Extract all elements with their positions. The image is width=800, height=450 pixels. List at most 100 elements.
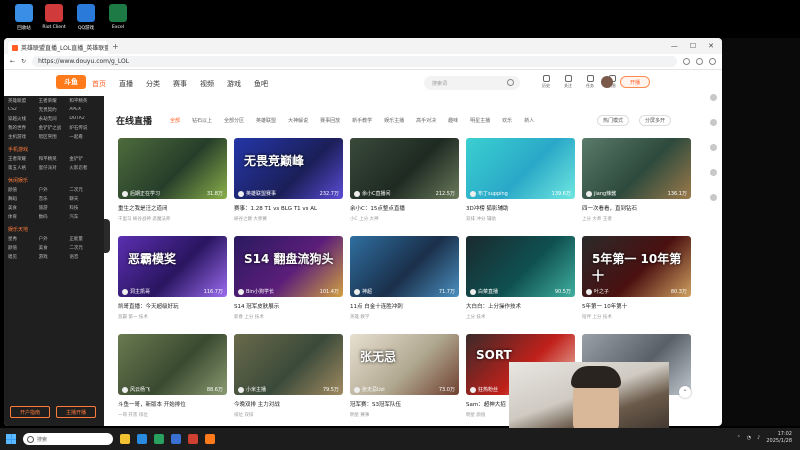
sidebar-category-item[interactable]: 户外 — [39, 187, 70, 193]
riot-icon[interactable] — [188, 434, 198, 444]
extensions-icon[interactable] — [696, 58, 703, 65]
filter-tab[interactable]: 赛事回放 — [320, 117, 340, 124]
sidebar-category-item[interactable]: 唱见 — [8, 254, 39, 260]
view-mode-button[interactable]: 分屏多开 — [639, 115, 672, 126]
sidebar-category-item[interactable]: 英雄联盟 — [8, 98, 39, 104]
stream-thumbnail[interactable]: 小米主播 79.5万 — [234, 334, 343, 395]
sidebar-category-item[interactable]: 颜值 — [8, 187, 39, 193]
stream-card[interactable]: jiang辣酱 136.1万 四一次看看，直到钻石 上分 大师 王者 — [582, 138, 691, 230]
filter-tab[interactable]: 新人 — [524, 117, 534, 124]
back-icon[interactable]: ← — [10, 58, 15, 65]
close-window-icon[interactable]: ✕ — [708, 42, 714, 50]
sidebar-category-item[interactable]: 王者荣耀 — [39, 98, 70, 104]
stream-card[interactable]: 布丁supping 139.6万 3D冲榜 狐影辅助 双排 冲分 辅助 — [466, 138, 575, 230]
filter-tab[interactable]: 全部 — [170, 117, 180, 124]
streamer-name[interactable]: 风云杨飞 — [122, 386, 150, 393]
chevron-up-icon[interactable]: ⌃ — [737, 435, 741, 441]
streamer-name[interactable]: 后期正在学习 — [122, 190, 160, 197]
sidebar-category-item[interactable]: 颜值 — [8, 245, 39, 251]
filter-tab[interactable]: 娱乐主播 — [384, 117, 404, 124]
edge-icon[interactable] — [137, 434, 147, 444]
stream-title[interactable]: 四一次看看，直到钻石 — [582, 204, 691, 212]
filter-tab[interactable]: 明星主播 — [470, 117, 490, 124]
sidebar-category-item[interactable]: 金铲铲 — [69, 156, 100, 162]
favorite-icon[interactable] — [683, 58, 690, 65]
nav-item[interactable]: 赛事 — [173, 79, 187, 89]
start-button[interactable] — [6, 434, 16, 444]
stream-thumbnail[interactable]: 余小C直播间 212.5万 — [350, 138, 459, 199]
stream-thumbnail[interactable]: 张无忌 张无忌Uzi 73.0万 — [350, 334, 459, 395]
stream-title[interactable]: 冠军赛：S3冠军队伍 — [350, 400, 459, 408]
taskbar-search[interactable]: 搜索 — [23, 433, 113, 445]
sidebar-collapse-handle[interactable] — [104, 219, 110, 253]
search-side-icon[interactable] — [710, 119, 717, 126]
nav-item[interactable]: 游戏 — [227, 79, 241, 89]
stream-title[interactable]: 5年第一 10年第十 — [582, 302, 691, 310]
streamer-name[interactable]: 张无忌Uzi — [354, 386, 385, 393]
url-field[interactable]: https://www.douyu.com/g_LOL — [32, 56, 677, 67]
sidebar-category-item[interactable]: 旅游 — [39, 205, 70, 211]
sidebar-category-item[interactable]: 穿越火线 — [8, 116, 39, 122]
sidebar-category-item[interactable]: 暗区突围 — [39, 134, 70, 140]
sidebar-category-item[interactable]: 汽车 — [69, 214, 100, 220]
stream-thumbnail[interactable]: 白菜直播 90.5万 — [466, 236, 575, 297]
search-icon[interactable] — [507, 79, 514, 86]
nav-item[interactable]: 分类 — [146, 79, 160, 89]
sidebar-category-item[interactable]: APEX — [69, 107, 100, 113]
sidebar-category-item[interactable]: 王者荣耀 — [8, 156, 39, 162]
sidebar-category-item[interactable]: 永劫无间 — [39, 116, 70, 122]
sidebar-category-item[interactable]: 和平精英 — [69, 98, 100, 104]
stream-title[interactable]: 11点 白金十连胜冲刺 — [350, 302, 459, 310]
sidebar-category-item[interactable]: 科技 — [69, 205, 100, 211]
sidebar-category-item[interactable]: 炉石传说 — [69, 125, 100, 131]
scroll-to-top-button[interactable]: ⌃ — [679, 386, 691, 398]
stream-card[interactable]: 风云杨飞 88.6万 斗鱼一哥，新版本 开始排位 一哥 开黑 排位 — [118, 334, 227, 426]
header-icon-button[interactable]: 任务 — [583, 75, 597, 89]
filter-tab[interactable]: 高手对决 — [416, 117, 436, 124]
nav-item[interactable]: 首页 — [92, 79, 106, 89]
stream-card[interactable]: S14 翻盘流狗头 Bin小狗学长 101.4万 S14 冠军皮肤展示 新春 上分 技术 — [234, 236, 343, 328]
stream-thumbnail[interactable]: 风云杨飞 88.6万 — [118, 334, 227, 395]
sidebar-category-item[interactable]: 体育 — [8, 214, 39, 220]
filter-tab[interactable]: 欢乐 — [502, 117, 512, 124]
sidebar-category-item[interactable]: 金铲铲之战 — [39, 125, 70, 131]
stream-thumbnail[interactable]: 恶霸模奖 洞主凯哥 116.7万 — [118, 236, 227, 297]
header-icon-button[interactable]: 历史 — [539, 75, 553, 89]
header-icon-button[interactable]: 关注 — [561, 75, 575, 89]
refresh-icon[interactable]: ↻ — [21, 58, 26, 65]
streamer-name[interactable]: 布丁supping — [470, 190, 508, 197]
streamer-name[interactable]: 余小C直播间 — [354, 190, 391, 197]
filter-tab[interactable]: 钻石以上 — [192, 117, 212, 124]
sidebar-category-item[interactable]: 我的世界 — [8, 125, 39, 131]
stream-title[interactable]: 大白白：上分操作技术 — [466, 302, 575, 310]
sidebar-category-item[interactable]: 游戏 — [39, 254, 70, 260]
filter-tab[interactable]: 新手教学 — [352, 117, 372, 124]
nav-item[interactable]: 鱼吧 — [254, 79, 268, 89]
sidebar-category-item[interactable]: 一起看 — [69, 134, 100, 140]
avatar[interactable] — [601, 76, 613, 88]
stream-card[interactable]: 无畏竞巅峰 英雄联盟赛事 232.7万 赛事：1.28 T1 vs BLG T1 vs… — [234, 138, 343, 230]
stream-thumbnail[interactable]: 无畏竞巅峰 英雄联盟赛事 232.7万 — [234, 138, 343, 199]
streamer-name[interactable]: 小米主播 — [238, 386, 266, 393]
sidebar-category-item[interactable]: 和平精英 — [39, 156, 70, 162]
stream-card[interactable]: 白菜直播 90.5万 大白白：上分操作技术 上分 技术 — [466, 236, 575, 328]
stream-card[interactable]: 余小C直播间 212.5万 余小C：15点整点直播 小C 上分 大神 — [350, 138, 459, 230]
sidebar-category-item[interactable]: 美食 — [8, 205, 39, 211]
filter-tab[interactable]: 英雄联盟 — [256, 117, 276, 124]
stream-title[interactable]: 重生之我是汪之道闭 — [118, 204, 227, 212]
stream-title[interactable]: 斗鱼一哥，新版本 开始排位 — [118, 400, 227, 408]
stream-thumbnail[interactable]: 神超 71.7万 — [350, 236, 459, 297]
sidebar-category-item[interactable]: 星秀 — [8, 236, 39, 242]
copilot-icon[interactable] — [710, 94, 717, 101]
stream-card[interactable]: 恶霸模奖 洞主凯哥 116.7万 凯哥直播：今天超级好玩 恶霸 第一 技术 — [118, 236, 227, 328]
tools-icon[interactable] — [710, 169, 717, 176]
clock[interactable]: 17:02 2025/1/28 — [766, 431, 792, 445]
sidebar-category-item[interactable]: 主机游戏 — [8, 134, 39, 140]
sidebar-category-item[interactable]: 无畏契约 — [39, 107, 70, 113]
stream-card[interactable]: 5年第一 10年第十 叶之子 80.3万 5年第一 10年第十 陪伴 上分 技术 — [582, 236, 691, 328]
new-tab-button[interactable]: + — [112, 42, 119, 51]
filter-tab[interactable]: 趣味 — [448, 117, 458, 124]
stream-card[interactable]: 张无忌 张无忌Uzi 73.0万 冠军赛：S3冠军队伍 明星 赛事 — [350, 334, 459, 426]
store-icon[interactable] — [154, 434, 164, 444]
stream-title[interactable]: S14 冠军皮肤展示 — [234, 302, 343, 310]
